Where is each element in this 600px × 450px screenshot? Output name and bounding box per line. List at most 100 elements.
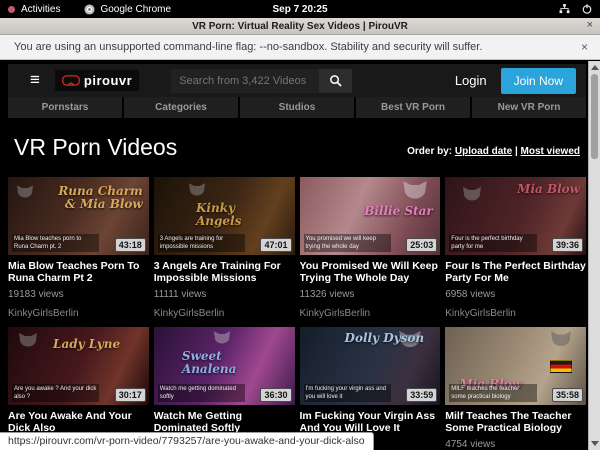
studio-watermark-icon: [550, 331, 572, 349]
duration-badge: 43:18: [115, 238, 146, 252]
duration-badge: 39:36: [552, 238, 583, 252]
thumbnail-overlay-title: Runa Charm & Mia Blow: [58, 185, 142, 210]
video-thumbnail[interactable]: Kinky Angels 3 Angels are training for i…: [154, 177, 295, 255]
video-card[interactable]: Mia Blow MILF teaches the teacher some p…: [445, 327, 586, 450]
thumbnail-caption: Watch me getting dominated softly: [158, 384, 245, 402]
warning-bar: You are using an unsupported command-lin…: [0, 35, 600, 60]
system-bar: Activities Google Chrome Sep 7 20:25: [0, 0, 600, 18]
video-title[interactable]: 3 Angels Are Training For Impossible Mis…: [154, 260, 295, 284]
thumbnail-caption: MILF teaches the teacher some practical …: [449, 384, 536, 402]
login-link[interactable]: Login: [455, 73, 487, 88]
thumbnail-caption: You promised we will keep trying the who…: [304, 234, 391, 252]
nav-item-pornstars[interactable]: Pornstars: [8, 97, 124, 118]
scrollbar-up-icon[interactable]: [591, 65, 599, 70]
thumbnail-overlay-title: Lady Lyne: [53, 338, 120, 351]
nav-item-categories[interactable]: Categories: [124, 97, 240, 118]
nav-item-studios[interactable]: Studios: [240, 97, 356, 118]
thumbnail-overlay-title: Dolly Dyson: [345, 332, 425, 345]
order-by-separator: |: [515, 146, 518, 157]
page-title: VR Porn Videos: [14, 134, 177, 161]
german-flag-icon: [550, 360, 572, 373]
video-views: 4754 views: [445, 439, 586, 450]
site-logo-text: pirouvr: [84, 73, 132, 88]
studio-watermark-icon: [402, 181, 428, 202]
scrollbar-thumb[interactable]: [591, 74, 598, 159]
video-title[interactable]: Milf Teaches The Teacher Some Practical …: [445, 410, 586, 434]
video-views: 19183 views: [8, 289, 149, 300]
thumbnail-caption: Are you awake ? And your dick also ?: [12, 384, 99, 402]
video-title[interactable]: Are You Awake And Your Dick Also: [8, 410, 149, 434]
video-card[interactable]: Billie Star You promised we will keep tr…: [300, 177, 441, 319]
window-title: VR Porn: Virtual Reality Sex Videos | Pi…: [192, 21, 408, 32]
video-card[interactable]: Kinky Angels 3 Angels are training for i…: [154, 177, 295, 319]
join-now-button[interactable]: Join Now: [501, 68, 576, 94]
studio-watermark-icon: [462, 187, 482, 203]
duration-badge: 35:58: [552, 388, 583, 402]
page-viewport: ≡ pirouvr Login Join Now Pornstars Categ…: [0, 61, 600, 450]
main-nav: Pornstars Categories Studios Best VR Por…: [8, 97, 586, 118]
duration-badge: 33:59: [406, 388, 437, 402]
nav-item-new-vr-porn[interactable]: New VR Porn: [472, 97, 586, 118]
hamburger-menu-icon[interactable]: ≡: [30, 71, 40, 88]
video-thumbnail[interactable]: Sweet Analena Watch me getting dominated…: [154, 327, 295, 405]
thumbnail-overlay-title: Mia Blow: [517, 183, 580, 196]
thumbnail-caption: I'm fucking your virgin ass and you will…: [304, 384, 391, 402]
duration-badge: 36:30: [260, 388, 291, 402]
video-title[interactable]: Im Fucking Your Virgin Ass And You Will …: [300, 410, 441, 434]
video-card[interactable]: Runa Charm & Mia Blow Mia Blow teaches p…: [8, 177, 149, 319]
thumbnail-caption: Mia Blow teaches porn to Runa Charm pt. …: [12, 234, 99, 252]
video-thumbnail[interactable]: Mia Blow MILF teaches the teacher some p…: [445, 327, 586, 405]
video-thumbnail[interactable]: Dolly Dyson I'm fucking your virgin ass …: [300, 327, 441, 405]
warning-text: You are using an unsupported command-lin…: [14, 41, 482, 53]
vr-goggles-icon: [62, 75, 80, 86]
studio-watermark-icon: [188, 183, 206, 198]
order-by-label: Order by:: [407, 146, 452, 157]
site-header: ≡ pirouvr Login Join Now: [8, 64, 586, 97]
studio-watermark-icon: [16, 185, 34, 200]
video-views: 6958 views: [445, 289, 586, 300]
network-icon[interactable]: [559, 4, 570, 14]
search-input[interactable]: [171, 69, 319, 93]
thumbnail-caption: Four is the perfect birthday party for m…: [449, 234, 536, 252]
nav-item-best-vr-porn[interactable]: Best VR Porn: [356, 97, 472, 118]
duration-badge: 47:01: [260, 238, 291, 252]
page-header: VR Porn Videos Order by: Upload date | M…: [0, 118, 586, 177]
video-grid: Runa Charm & Mia Blow Mia Blow teaches p…: [8, 177, 586, 450]
thumbnail-overlay-title: Sweet Analena: [182, 350, 266, 375]
scrollbar[interactable]: [588, 61, 600, 450]
video-studio-link[interactable]: KinkyGirlsBerlin: [154, 308, 295, 319]
video-studio-link[interactable]: KinkyGirlsBerlin: [445, 308, 586, 319]
video-title[interactable]: Mia Blow Teaches Porn To Runa Charm Pt 2: [8, 260, 149, 284]
search-group: [171, 69, 352, 93]
video-thumbnail[interactable]: Lady Lyne Are you awake ? And your dick …: [8, 327, 149, 405]
video-thumbnail[interactable]: Billie Star You promised we will keep tr…: [300, 177, 441, 255]
thumbnail-overlay-title: Kinky Angels: [196, 202, 280, 227]
scrollbar-down-icon[interactable]: [591, 441, 599, 446]
video-studio-link[interactable]: KinkyGirlsBerlin: [8, 308, 149, 319]
window-close-icon[interactable]: ×: [587, 19, 593, 31]
video-views: 11111 views: [154, 289, 295, 300]
duration-badge: 30:17: [115, 388, 146, 402]
video-views: 11326 views: [300, 289, 441, 300]
site-logo[interactable]: pirouvr: [55, 70, 139, 91]
order-by-most-viewed-link[interactable]: Most viewed: [521, 146, 580, 157]
status-url-bubble: https://pirouvr.com/vr-porn-video/779325…: [0, 432, 374, 450]
video-title[interactable]: Four Is The Perfect Birthday Party For M…: [445, 260, 586, 284]
video-title[interactable]: Watch Me Getting Dominated Softly: [154, 410, 295, 434]
clock[interactable]: Sep 7 20:25: [0, 4, 600, 15]
order-by: Order by: Upload date | Most viewed: [407, 146, 580, 161]
video-thumbnail[interactable]: Mia Blow Four is the perfect birthday pa…: [445, 177, 586, 255]
studio-watermark-icon: [213, 331, 231, 346]
search-button[interactable]: [319, 69, 352, 93]
warning-close-icon[interactable]: ×: [581, 40, 588, 54]
window-title-bar[interactable]: VR Porn: Virtual Reality Sex Videos | Pi…: [0, 18, 600, 35]
video-title[interactable]: You Promised We Will Keep Trying The Who…: [300, 260, 441, 284]
duration-badge: 25:03: [406, 238, 437, 252]
video-card[interactable]: Mia Blow Four is the perfect birthday pa…: [445, 177, 586, 319]
studio-watermark-icon: [18, 333, 38, 349]
order-by-upload-date-link[interactable]: Upload date: [455, 146, 512, 157]
thumbnail-caption: 3 Angels are training for impossible mis…: [158, 234, 245, 252]
video-studio-link[interactable]: KinkyGirlsBerlin: [300, 308, 441, 319]
power-icon[interactable]: [582, 4, 592, 14]
video-thumbnail[interactable]: Runa Charm & Mia Blow Mia Blow teaches p…: [8, 177, 149, 255]
